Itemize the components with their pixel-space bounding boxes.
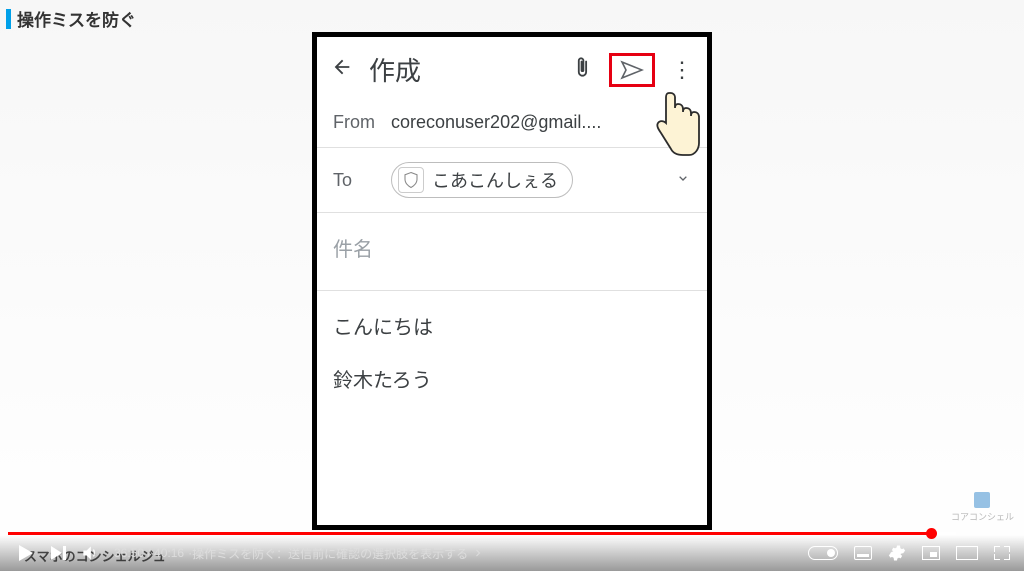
recipient-chip[interactable]: こあこんしぇる bbox=[391, 162, 573, 198]
to-row[interactable]: To こあこんしぇる bbox=[317, 148, 707, 213]
phone-frame: 作成 ⋮ From coreconuser202@gmail.... To bbox=[312, 32, 712, 530]
chapter-title[interactable]: · 操作ミスを防ぐ：送信前に確認の選択肢を表示する bbox=[188, 545, 484, 562]
time-display: 36:50 / 40:16 bbox=[114, 546, 184, 560]
chip-label: こあこんしぇる bbox=[432, 167, 558, 193]
volume-button[interactable] bbox=[74, 535, 106, 571]
from-value: coreconuser202@gmail.... bbox=[391, 112, 675, 133]
from-row[interactable]: From coreconuser202@gmail.... bbox=[317, 98, 707, 148]
email-body[interactable]: こんにちは 鈴木たろう bbox=[317, 291, 707, 437]
slide-title: 操作ミスを防ぐ bbox=[6, 6, 136, 31]
compose-topbar: 作成 ⋮ bbox=[317, 37, 707, 98]
to-label: To bbox=[333, 170, 391, 191]
compose-title: 作成 bbox=[369, 51, 571, 88]
theater-button[interactable] bbox=[956, 546, 978, 560]
slide-title-text: 操作ミスを防ぐ bbox=[17, 6, 136, 31]
fullscreen-button[interactable] bbox=[994, 546, 1010, 560]
accent-bar bbox=[6, 9, 11, 29]
send-button-highlight bbox=[609, 53, 655, 87]
more-icon[interactable]: ⋮ bbox=[671, 59, 693, 81]
chevron-right-icon bbox=[472, 547, 484, 559]
subtitles-button[interactable] bbox=[854, 546, 872, 560]
from-label: From bbox=[333, 112, 391, 133]
autoplay-toggle[interactable] bbox=[808, 546, 838, 560]
player-controls: 36:50 / 40:16 · 操作ミスを防ぐ：送信前に確認の選択肢を表示する bbox=[0, 535, 1024, 571]
watermark-icon bbox=[974, 492, 990, 508]
chip-avatar-icon bbox=[398, 167, 424, 193]
play-button[interactable] bbox=[10, 535, 42, 571]
subject-placeholder: 件名 bbox=[333, 239, 373, 261]
time-duration: 40:16 bbox=[154, 546, 184, 560]
body-line: こんにちは bbox=[333, 311, 691, 340]
time-current: 36:50 bbox=[114, 546, 144, 560]
miniplayer-button[interactable] bbox=[922, 546, 940, 560]
next-button[interactable] bbox=[42, 535, 74, 571]
back-arrow-icon[interactable] bbox=[331, 56, 353, 84]
hand-cursor-illustration bbox=[653, 89, 703, 159]
settings-button[interactable] bbox=[888, 544, 906, 562]
body-line: 鈴木たろう bbox=[333, 364, 691, 393]
attach-icon[interactable] bbox=[571, 56, 593, 84]
send-icon[interactable] bbox=[620, 60, 644, 80]
video-frame: 操作ミスを防ぐ 作成 ⋮ From coreconuser202@gmail bbox=[0, 0, 1024, 571]
chevron-down-icon bbox=[675, 170, 691, 191]
corner-watermark: コアコンシェル bbox=[951, 492, 1014, 523]
watermark-text: コアコンシェル bbox=[951, 510, 1014, 523]
subject-input[interactable]: 件名 bbox=[317, 213, 707, 291]
